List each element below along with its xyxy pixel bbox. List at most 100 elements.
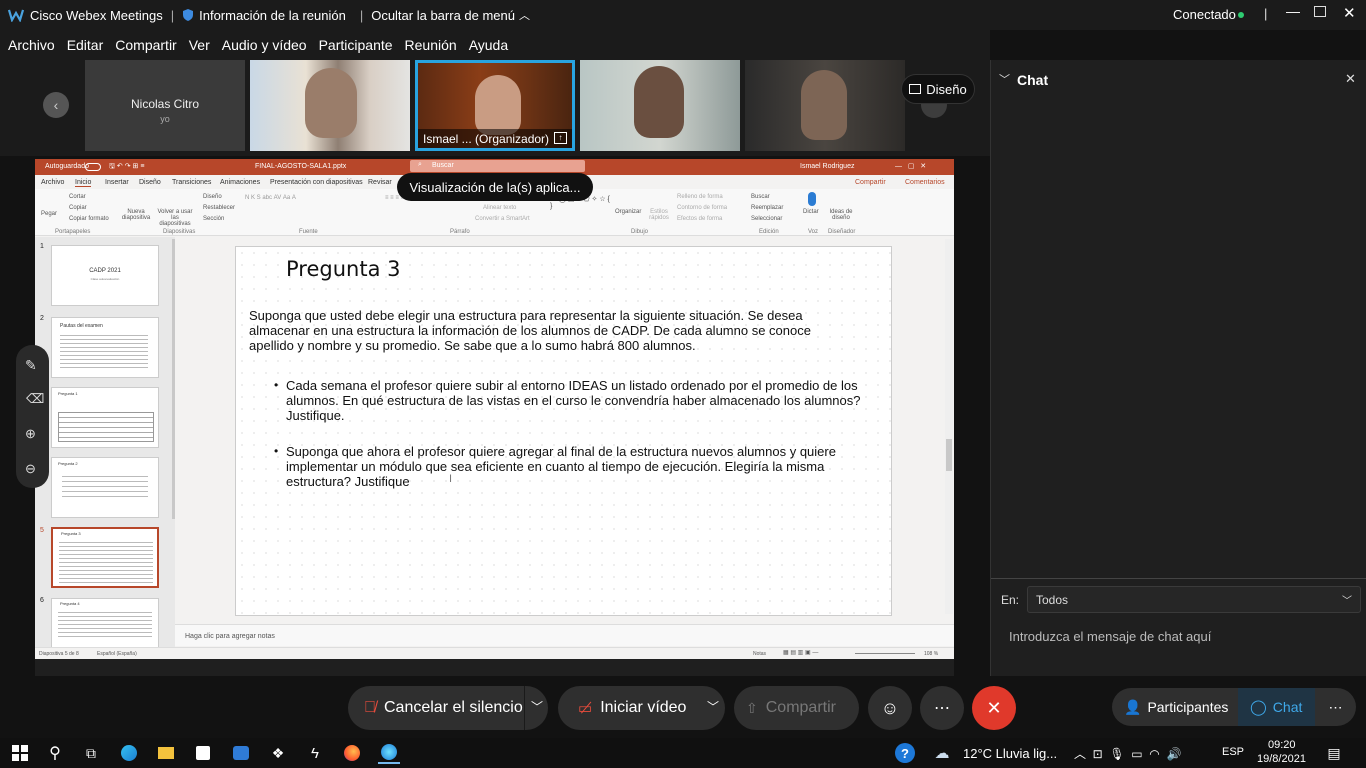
ppt-tab-inicio[interactable]: Inicio (75, 179, 92, 187)
app-bolt-icon[interactable]: ϟ (304, 742, 326, 764)
unmute-button[interactable]: 🎙̸ Cancelar el silencio ﹀ (348, 686, 548, 730)
reuse-slides-button[interactable]: Volver a usar las diapositivas (157, 209, 193, 227)
paste-button[interactable]: Pegar (41, 211, 57, 217)
notifications-icon[interactable]: ▤ (1323, 742, 1345, 764)
menu-audio-video[interactable]: Audio y vídeo (222, 37, 307, 53)
chevron-down-icon[interactable]: ﹀ (999, 71, 1010, 87)
ppt-share-button[interactable]: Compartir (855, 179, 886, 186)
replace-button[interactable]: Reemplazar (751, 205, 783, 211)
video-tile-self[interactable]: Nicolas Citro yo (85, 60, 245, 151)
design-ideas-button[interactable]: Ideas de diseño (828, 209, 854, 221)
ppt-window-controls[interactable]: — ▢ ✕ (895, 162, 926, 170)
search-icon[interactable]: ⚲ (44, 742, 66, 764)
ppt-tab-transiciones[interactable]: Transiciones (172, 179, 211, 186)
section-button[interactable]: Sección (203, 216, 224, 222)
close-chat-icon[interactable]: ✕ (1345, 71, 1356, 87)
clock-time[interactable]: 09:20 (1268, 739, 1296, 751)
end-call-button[interactable]: ✕ (972, 686, 1016, 730)
filmstrip-prev-button[interactable]: ‹ (43, 92, 69, 118)
ppt-tab-diseno[interactable]: Diseño (139, 179, 161, 186)
menu-ayuda[interactable]: Ayuda (469, 37, 508, 53)
firefox-icon[interactable] (341, 742, 363, 764)
start-video-button[interactable]: ▭̸ Iniciar vídeo ﹀ (558, 686, 725, 730)
task-view-icon[interactable]: ⧉ (80, 742, 102, 764)
video-tile-organizer[interactable]: Ismael ... (Organizador) ↑ (415, 60, 575, 151)
menu-reunion[interactable]: Reunión (405, 37, 457, 53)
minimize-icon[interactable]: — (1286, 3, 1300, 19)
quick-styles-button[interactable]: Estilos rápidos (647, 209, 671, 221)
ppt-tab-archivo[interactable]: Archivo (41, 179, 64, 186)
layout-ppt-button[interactable]: Diseño (203, 194, 222, 200)
zoom-in-icon[interactable]: ⊕ (25, 426, 36, 442)
reset-button[interactable]: Restablecer (203, 205, 235, 211)
slide-thumb-2[interactable]: Pautas del examen (51, 317, 159, 378)
audio-options-chevron-icon[interactable]: ﹀ (531, 698, 543, 715)
eraser-icon[interactable]: ⌫ (26, 391, 44, 407)
ppt-comments-button[interactable]: Comentarios (905, 179, 945, 186)
close-window-icon[interactable]: ✕ (1343, 4, 1356, 22)
video-tile-participant-4[interactable] (580, 60, 740, 151)
notes-pane[interactable]: Haga clic para agregar notas (175, 624, 954, 646)
slide-scrollbar[interactable] (945, 239, 953, 614)
chat-button[interactable]: ◯ Chat (1238, 688, 1315, 726)
slide-thumb-3[interactable]: Pregunta 1 (51, 387, 159, 448)
cut-button[interactable]: Cortar (69, 194, 86, 200)
shape-outline-button[interactable]: Contorno de forma (677, 205, 727, 211)
weather-text[interactable]: 12°C Lluvia lig... (963, 746, 1057, 761)
tray-icons[interactable]: ︿ ⊡ 🎙 ▭ ◠ 🔊 (1074, 745, 1181, 762)
meeting-info-button[interactable]: Información de la reunión (182, 8, 346, 23)
ppt-tab-insertar[interactable]: Insertar (105, 179, 129, 186)
chat-message-input[interactable]: Introduzca el mensaje de chat aquí (999, 618, 1359, 668)
ppt-tab-animaciones[interactable]: Animaciones (220, 179, 260, 186)
input-language[interactable]: ESP (1222, 746, 1244, 758)
mail-app-icon[interactable] (230, 742, 252, 764)
shape-fill-button[interactable]: Relleno de forma (677, 194, 723, 200)
shape-effects-button[interactable]: Efectos de forma (677, 216, 722, 222)
app-share-indicator[interactable]: Visualización de la(s) aplica... (397, 173, 593, 201)
share-button[interactable]: ⇧ Compartir (734, 686, 859, 730)
clock-date[interactable]: 19/8/2021 (1257, 753, 1306, 765)
zoom-slider[interactable] (855, 653, 915, 654)
video-options-chevron-icon[interactable]: ﹀ (707, 698, 719, 715)
menu-ver[interactable]: Ver (189, 37, 210, 53)
ppt-search-box[interactable]: ⌕ Buscar (410, 160, 585, 172)
notes-placeholder[interactable]: Haga clic para agregar notas (185, 633, 275, 640)
slide-bullet-1[interactable]: Cada semana el profesor quiere subir al … (286, 378, 876, 423)
pen-icon[interactable]: ✎ (25, 357, 37, 374)
new-slide-button[interactable]: Nueva diapositiva (119, 209, 153, 221)
slide-thumb-6[interactable]: Pregunta 4 (51, 598, 159, 648)
chat-recipient-select[interactable]: Todos ﹀ (1027, 586, 1361, 613)
dropbox-icon[interactable]: ❖ (267, 742, 289, 764)
zoom-out-icon[interactable]: ⊖ (25, 461, 36, 477)
slide-intro-text[interactable]: Suponga que usted debe elegir una estruc… (249, 308, 859, 353)
align-text-button[interactable]: Alinear texto (483, 205, 516, 211)
video-tile-participant-2[interactable] (250, 60, 410, 151)
current-slide[interactable]: Pregunta 3 Suponga que usted debe elegir… (235, 246, 892, 616)
format-painter-button[interactable]: Copiar formato (69, 216, 109, 222)
arrange-button[interactable]: Organizar (615, 209, 641, 215)
webex-taskbar-icon[interactable] (378, 742, 400, 764)
layout-button[interactable]: Diseño (901, 74, 975, 104)
hide-menu-button[interactable]: Ocultar la barra de menú ︿ (371, 7, 530, 23)
slide-bullet-2[interactable]: Suponga que ahora el profesor quiere agr… (286, 444, 876, 489)
video-tile-participant-5[interactable] (745, 60, 905, 151)
select-button[interactable]: Seleccionar (751, 216, 782, 222)
view-buttons-icons[interactable]: ▦ ▤ ▥ ▣ — (783, 649, 818, 656)
thumbs-scrollbar[interactable] (172, 239, 175, 519)
slide-title[interactable]: Pregunta 3 (286, 257, 400, 281)
menu-compartir[interactable]: Compartir (115, 37, 176, 53)
slide-thumb-5-selected[interactable]: Pregunta 3 (51, 527, 159, 588)
edge-icon[interactable] (118, 742, 140, 764)
smartart-button[interactable]: Convertir a SmartArt (475, 216, 530, 222)
reactions-button[interactable]: ☺ (868, 686, 912, 730)
windows-start-icon[interactable] (9, 742, 31, 764)
slide-thumb-1[interactable]: CADP 2021 Clase autoevaluación (51, 245, 159, 306)
ppt-tab-presentacion[interactable]: Presentación con diapositivas (270, 179, 363, 186)
copy-button[interactable]: Copiar (69, 205, 87, 211)
more-options-button[interactable]: ⋯ (920, 686, 964, 730)
panel-more-button[interactable]: ⋯ (1315, 688, 1356, 726)
store-icon[interactable] (192, 742, 214, 764)
menu-participante[interactable]: Participante (319, 37, 393, 53)
autosave-toggle-icon[interactable] (85, 163, 101, 171)
menu-archivo[interactable]: Archivo (8, 37, 55, 53)
